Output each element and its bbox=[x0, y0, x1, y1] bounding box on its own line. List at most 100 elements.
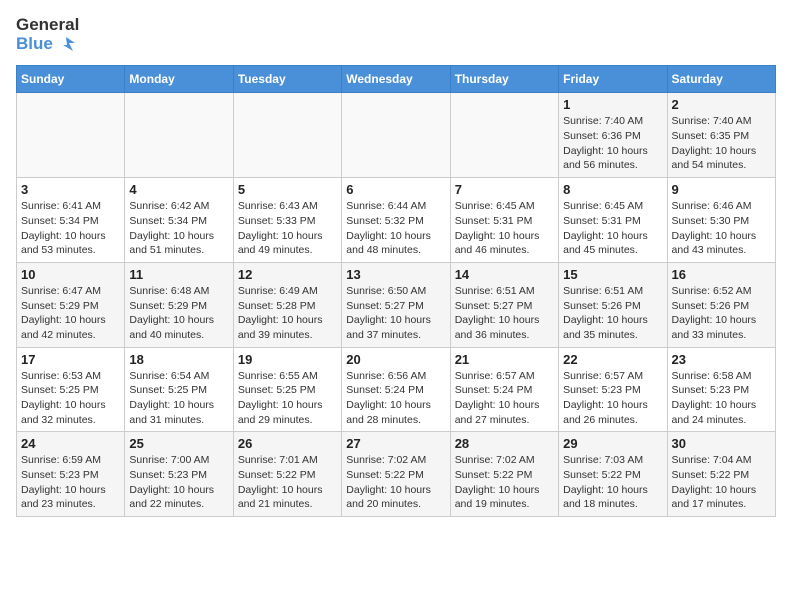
day-info: Sunrise: 6:48 AM Sunset: 5:29 PM Dayligh… bbox=[129, 284, 228, 343]
day-number: 5 bbox=[238, 182, 337, 197]
calendar-cell: 20Sunrise: 6:56 AM Sunset: 5:24 PM Dayli… bbox=[342, 347, 450, 432]
day-number: 4 bbox=[129, 182, 228, 197]
logo: General Blue bbox=[16, 16, 79, 53]
calendar-cell: 5 Sunrise: 6:43 AM Sunset: 5:33 PM Daylig… bbox=[233, 178, 341, 263]
weekday-header-thursday: Thursday bbox=[450, 66, 558, 93]
calendar-cell: 21 Sunrise: 6:57 AM Sunset: 5:24 PM Dayli… bbox=[450, 347, 558, 432]
day-info: Sunrise: 6:51 AM Sunset: 5:27 PM Dayligh… bbox=[455, 284, 554, 343]
logo-bird-icon bbox=[57, 35, 75, 53]
day-number: 9 bbox=[672, 182, 771, 197]
day-info: Sunrise: 6:46 AM Sunset: 5:30 PM Dayligh… bbox=[672, 199, 771, 258]
calendar-cell: 3Sunrise: 6:41 AM Sunset: 5:34 PM Daylig… bbox=[17, 178, 125, 263]
day-info: Sunrise: 6:57 AM Sunset: 5:23 PM Dayligh… bbox=[563, 369, 662, 428]
day-number: 24 bbox=[21, 436, 120, 451]
calendar-cell: 18 Sunrise: 6:54 AM Sunset: 5:25 PM Dayli… bbox=[125, 347, 233, 432]
day-number: 21 bbox=[455, 352, 554, 367]
day-number: 3 bbox=[21, 182, 120, 197]
day-number: 14 bbox=[455, 267, 554, 282]
calendar-cell bbox=[450, 93, 558, 178]
weekday-header-saturday: Saturday bbox=[667, 66, 775, 93]
day-number: 19 bbox=[238, 352, 337, 367]
logo-general: General bbox=[16, 16, 79, 35]
day-info: Sunrise: 6:43 AM Sunset: 5:33 PM Dayligh… bbox=[238, 199, 337, 258]
day-number: 2 bbox=[672, 97, 771, 112]
day-number: 8 bbox=[563, 182, 662, 197]
weekday-header-friday: Friday bbox=[559, 66, 667, 93]
calendar-cell: 29 Sunrise: 7:03 AM Sunset: 5:22 PM Dayli… bbox=[559, 432, 667, 517]
day-number: 29 bbox=[563, 436, 662, 451]
calendar-cell: 9 Sunrise: 6:46 AM Sunset: 5:30 PM Daylig… bbox=[667, 178, 775, 263]
day-info: Sunrise: 7:03 AM Sunset: 5:22 PM Dayligh… bbox=[563, 453, 662, 512]
calendar-cell: 12 Sunrise: 6:49 AM Sunset: 5:28 PM Dayli… bbox=[233, 262, 341, 347]
day-number: 16 bbox=[672, 267, 771, 282]
day-info: Sunrise: 6:49 AM Sunset: 5:28 PM Dayligh… bbox=[238, 284, 337, 343]
calendar-cell: 23Sunrise: 6:58 AM Sunset: 5:23 PM Dayli… bbox=[667, 347, 775, 432]
day-info: Sunrise: 7:01 AM Sunset: 5:22 PM Dayligh… bbox=[238, 453, 337, 512]
day-number: 10 bbox=[21, 267, 120, 282]
calendar-cell: 25 Sunrise: 7:00 AM Sunset: 5:23 PM Dayli… bbox=[125, 432, 233, 517]
day-info: Sunrise: 6:44 AM Sunset: 5:32 PM Dayligh… bbox=[346, 199, 445, 258]
day-info: Sunrise: 6:42 AM Sunset: 5:34 PM Dayligh… bbox=[129, 199, 228, 258]
day-number: 7 bbox=[455, 182, 554, 197]
calendar-cell: 19 Sunrise: 6:55 AM Sunset: 5:25 PM Dayli… bbox=[233, 347, 341, 432]
calendar-cell: 30Sunrise: 7:04 AM Sunset: 5:22 PM Dayli… bbox=[667, 432, 775, 517]
calendar-cell: 15 Sunrise: 6:51 AM Sunset: 5:26 PM Dayli… bbox=[559, 262, 667, 347]
calendar-cell: 22 Sunrise: 6:57 AM Sunset: 5:23 PM Dayli… bbox=[559, 347, 667, 432]
day-info: Sunrise: 7:02 AM Sunset: 5:22 PM Dayligh… bbox=[455, 453, 554, 512]
day-info: Sunrise: 6:47 AM Sunset: 5:29 PM Dayligh… bbox=[21, 284, 120, 343]
day-number: 13 bbox=[346, 267, 445, 282]
day-number: 18 bbox=[129, 352, 228, 367]
calendar-cell: 10 Sunrise: 6:47 AM Sunset: 5:29 PM Dayli… bbox=[17, 262, 125, 347]
day-number: 17 bbox=[21, 352, 120, 367]
day-number: 26 bbox=[238, 436, 337, 451]
day-number: 27 bbox=[346, 436, 445, 451]
day-number: 12 bbox=[238, 267, 337, 282]
day-info: Sunrise: 6:51 AM Sunset: 5:26 PM Dayligh… bbox=[563, 284, 662, 343]
day-info: Sunrise: 6:56 AM Sunset: 5:24 PM Dayligh… bbox=[346, 369, 445, 428]
calendar-cell: 4 Sunrise: 6:42 AM Sunset: 5:34 PM Daylig… bbox=[125, 178, 233, 263]
day-number: 1 bbox=[563, 97, 662, 112]
calendar-cell bbox=[17, 93, 125, 178]
calendar-cell: 17Sunrise: 6:53 AM Sunset: 5:25 PM Dayli… bbox=[17, 347, 125, 432]
day-number: 22 bbox=[563, 352, 662, 367]
day-info: Sunrise: 6:50 AM Sunset: 5:27 PM Dayligh… bbox=[346, 284, 445, 343]
day-number: 25 bbox=[129, 436, 228, 451]
weekday-header-monday: Monday bbox=[125, 66, 233, 93]
calendar-cell: 7 Sunrise: 6:45 AM Sunset: 5:31 PM Daylig… bbox=[450, 178, 558, 263]
calendar-cell: 28 Sunrise: 7:02 AM Sunset: 5:22 PM Dayli… bbox=[450, 432, 558, 517]
calendar-cell bbox=[125, 93, 233, 178]
calendar-cell: 6 Sunrise: 6:44 AM Sunset: 5:32 PM Daylig… bbox=[342, 178, 450, 263]
day-number: 23 bbox=[672, 352, 771, 367]
day-info: Sunrise: 6:45 AM Sunset: 5:31 PM Dayligh… bbox=[455, 199, 554, 258]
day-info: Sunrise: 6:55 AM Sunset: 5:25 PM Dayligh… bbox=[238, 369, 337, 428]
day-info: Sunrise: 7:02 AM Sunset: 5:22 PM Dayligh… bbox=[346, 453, 445, 512]
day-info: Sunrise: 6:45 AM Sunset: 5:31 PM Dayligh… bbox=[563, 199, 662, 258]
calendar-table: SundayMondayTuesdayWednesdayThursdayFrid… bbox=[16, 65, 776, 517]
day-info: Sunrise: 6:59 AM Sunset: 5:23 PM Dayligh… bbox=[21, 453, 120, 512]
day-number: 30 bbox=[672, 436, 771, 451]
day-number: 15 bbox=[563, 267, 662, 282]
calendar-cell: 26 Sunrise: 7:01 AM Sunset: 5:22 PM Dayli… bbox=[233, 432, 341, 517]
day-info: Sunrise: 7:40 AM Sunset: 6:35 PM Dayligh… bbox=[672, 114, 771, 173]
day-number: 6 bbox=[346, 182, 445, 197]
day-number: 28 bbox=[455, 436, 554, 451]
day-info: Sunrise: 6:52 AM Sunset: 5:26 PM Dayligh… bbox=[672, 284, 771, 343]
calendar-cell: 2 Sunrise: 7:40 AM Sunset: 6:35 PM Daylig… bbox=[667, 93, 775, 178]
calendar-cell: 16 Sunrise: 6:52 AM Sunset: 5:26 PM Dayli… bbox=[667, 262, 775, 347]
logo-text: General Blue bbox=[16, 16, 79, 53]
day-info: Sunrise: 7:40 AM Sunset: 6:36 PM Dayligh… bbox=[563, 114, 662, 173]
weekday-header-sunday: Sunday bbox=[17, 66, 125, 93]
calendar-cell: 11 Sunrise: 6:48 AM Sunset: 5:29 PM Dayli… bbox=[125, 262, 233, 347]
calendar-cell: 14 Sunrise: 6:51 AM Sunset: 5:27 PM Dayli… bbox=[450, 262, 558, 347]
day-info: Sunrise: 7:00 AM Sunset: 5:23 PM Dayligh… bbox=[129, 453, 228, 512]
calendar-cell bbox=[233, 93, 341, 178]
calendar-cell bbox=[342, 93, 450, 178]
weekday-header-wednesday: Wednesday bbox=[342, 66, 450, 93]
logo-blue: Blue bbox=[16, 35, 79, 54]
calendar-cell: 13 Sunrise: 6:50 AM Sunset: 5:27 PM Dayli… bbox=[342, 262, 450, 347]
calendar-cell: 1 Sunrise: 7:40 AM Sunset: 6:36 PM Daylig… bbox=[559, 93, 667, 178]
day-number: 11 bbox=[129, 267, 228, 282]
day-info: Sunrise: 6:57 AM Sunset: 5:24 PM Dayligh… bbox=[455, 369, 554, 428]
day-info: Sunrise: 6:54 AM Sunset: 5:25 PM Dayligh… bbox=[129, 369, 228, 428]
calendar-cell: 24 Sunrise: 6:59 AM Sunset: 5:23 PM Dayli… bbox=[17, 432, 125, 517]
